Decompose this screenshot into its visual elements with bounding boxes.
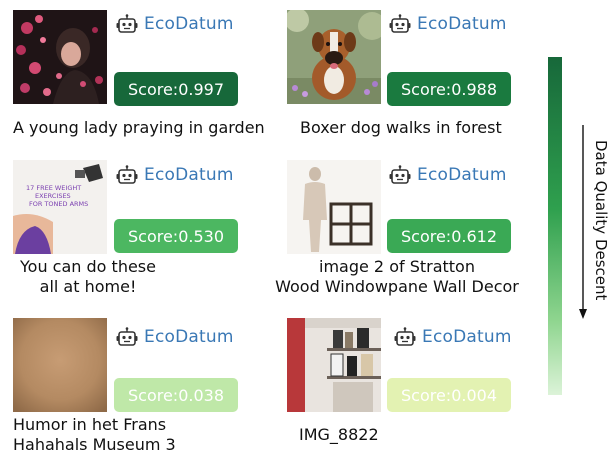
fitness-ad-text: 17 FREE WEIGHT <box>26 184 81 192</box>
window-decor-image <box>287 160 381 254</box>
image-caption: image 2 of Stratton Wood Windowpane Wall… <box>266 257 528 297</box>
image-caption: Humor in het Frans Hahahals Museum 3 <box>13 415 176 455</box>
robot-icon <box>394 327 416 347</box>
ecodatum-brand: EcoDatum <box>116 14 234 34</box>
image-caption: IMG_8822 <box>299 425 379 445</box>
ecodatum-brand: EcoDatum <box>116 327 234 347</box>
quality-gradient-bar <box>548 57 562 395</box>
robot-icon <box>116 327 138 347</box>
garden-lady-image <box>13 10 107 104</box>
robot-icon <box>389 14 411 34</box>
caption-line: Hahahals Museum 3 <box>13 435 176 454</box>
caption-line: image 2 of Stratton <box>319 257 475 276</box>
brand-name: EcoDatum <box>144 327 234 347</box>
score-badge: Score:0.038 <box>114 378 238 412</box>
image-caption: You can do these all at home! <box>14 257 162 297</box>
caption-line: all at home! <box>39 277 137 296</box>
brand-name: EcoDatum <box>417 165 507 185</box>
score-badge: Score:0.997 <box>114 72 238 106</box>
score-badge: Score:0.530 <box>114 219 238 253</box>
shelf-photo-image <box>287 318 381 412</box>
fitness-ad-text: FOR TONED ARMS <box>29 200 88 208</box>
data-quality-descent-label: Data Quality Descent <box>592 139 610 301</box>
caption-line: Wood Windowpane Wall Decor <box>275 277 519 296</box>
ecodatum-brand: EcoDatum <box>389 14 507 34</box>
robot-icon <box>116 165 138 185</box>
caption-line: A young lady praying in garden <box>13 118 265 137</box>
caption-line: IMG_8822 <box>299 425 379 444</box>
fitness-ad-image: 17 FREE WEIGHT EXERCISES FOR TONED ARMS <box>13 160 107 254</box>
brand-name: EcoDatum <box>144 165 234 185</box>
fitness-ad-text: EXERCISES <box>35 192 71 200</box>
brand-name: EcoDatum <box>144 14 234 34</box>
brand-name: EcoDatum <box>417 14 507 34</box>
ecodatum-brand: EcoDatum <box>389 165 507 185</box>
caption-line: You can do these <box>20 257 156 276</box>
caption-line: Humor in het Frans <box>13 415 167 434</box>
score-badge: Score:0.988 <box>387 72 511 106</box>
boxer-dog-image <box>287 10 381 104</box>
robot-icon <box>116 14 138 34</box>
image-caption: Boxer dog walks in forest <box>300 118 502 138</box>
brand-name: EcoDatum <box>422 327 512 347</box>
ecodatum-brand: EcoDatum <box>116 165 234 185</box>
down-arrow-icon <box>579 125 587 319</box>
axis-label: Data Quality Descent <box>588 120 614 320</box>
ecodatum-brand: EcoDatum <box>394 327 512 347</box>
score-badge: Score:0.612 <box>387 219 511 253</box>
image-caption: A young lady praying in garden <box>13 118 265 138</box>
blurred-museum-image <box>13 318 107 412</box>
caption-line: Boxer dog walks in forest <box>300 118 502 137</box>
robot-icon <box>389 165 411 185</box>
score-badge: Score:0.004 <box>387 378 511 412</box>
